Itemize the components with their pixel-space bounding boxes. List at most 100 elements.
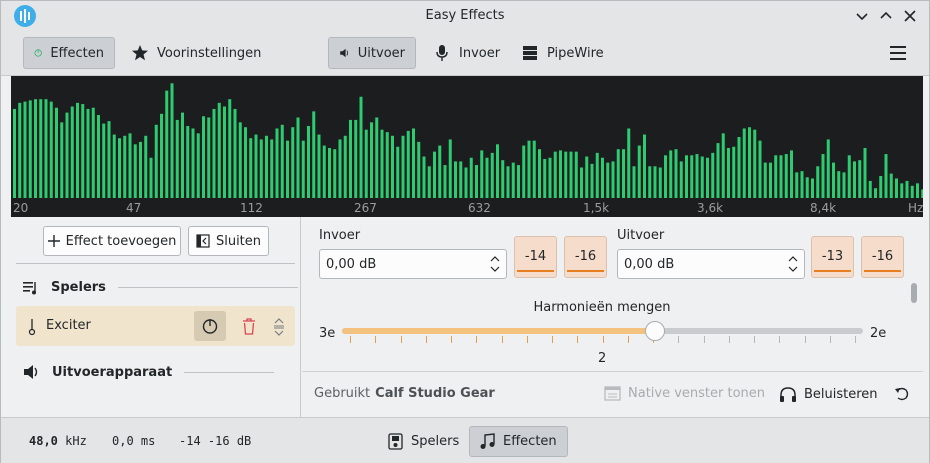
spectrum-bar — [632, 166, 636, 198]
power-icon — [34, 49, 42, 57]
slider-tick — [829, 336, 831, 343]
spectrum-bar — [133, 144, 137, 198]
slider-max-label: 2e — [870, 326, 887, 341]
close-window-button[interactable] — [901, 7, 919, 25]
spectrum-bar — [643, 134, 646, 198]
pipewire-tab-button[interactable]: PipeWire — [511, 37, 614, 69]
effect-bypass-button[interactable] — [194, 311, 226, 341]
spectrum-bar — [564, 151, 568, 198]
presets-label: Voorinstellingen — [157, 45, 262, 61]
harmonics-slider-track[interactable] — [342, 328, 863, 334]
spectrum-bar — [443, 165, 447, 198]
input-tab-button[interactable]: Invoer — [423, 37, 510, 69]
spectrum-bar — [816, 166, 820, 198]
reset-button[interactable] — [894, 386, 917, 402]
latency-unit: ms — [140, 434, 156, 448]
level-values: -14 -16 — [179, 434, 230, 448]
native-window-button[interactable]: Native venster tonen — [604, 386, 765, 401]
scrollbar-handle[interactable] — [911, 283, 917, 303]
chevron-up-icon — [880, 11, 892, 19]
spin-arrows-icon[interactable] — [788, 255, 798, 273]
spin-arrows-icon[interactable] — [490, 255, 500, 273]
spectrum-bar — [144, 135, 148, 198]
close-effects-button[interactable]: Sluiten — [188, 226, 269, 256]
hamburger-menu-button[interactable] — [889, 45, 907, 61]
presets-button[interactable]: Voorinstellingen — [121, 37, 271, 69]
drag-handle-icon[interactable] — [26, 318, 38, 336]
slider-tick — [552, 336, 553, 343]
music-note-icon — [480, 433, 495, 449]
spectrum-bar — [790, 150, 793, 198]
maximize-button[interactable] — [877, 7, 895, 25]
spectrum-analyzer: 20 47 112 267 632 1,5k 3,6k 8,4k Hz — [11, 76, 923, 217]
output-gain-spinbox[interactable]: 0,00 dB — [617, 249, 805, 279]
players-tab-label: Spelers — [411, 434, 460, 449]
spectrum-bar — [286, 140, 289, 198]
spectrum-bar — [653, 166, 657, 198]
spectrum-bar — [616, 149, 620, 198]
spectrum-bar — [154, 124, 158, 198]
meter-bar — [567, 270, 604, 272]
reorder-icon[interactable] — [273, 318, 285, 336]
spectrum-bar — [259, 139, 263, 198]
freq-label-1-5k: 1,5k — [583, 201, 610, 215]
spectrum-bar — [23, 101, 27, 198]
spectrum-bar — [805, 177, 809, 198]
spectrum-bar — [34, 99, 37, 198]
meter-bar — [517, 270, 554, 272]
output-tab-button[interactable]: Uitvoer — [328, 37, 416, 69]
spectrum-bar — [296, 117, 300, 198]
listen-button[interactable]: Beluisteren — [779, 386, 878, 403]
output-meter-right-value: -16 — [871, 249, 894, 264]
effect-item-exciter[interactable]: Exciter — [16, 306, 295, 346]
slider-tick — [602, 336, 604, 343]
delete-icon[interactable] — [241, 318, 257, 335]
native-window-label: Native venster tonen — [628, 386, 766, 401]
sidebar-collapse-icon — [196, 234, 210, 248]
spectrum-bar — [338, 139, 342, 198]
spectrum-bar — [249, 138, 253, 198]
spectrum-bar — [270, 139, 274, 198]
spectrum-bar — [853, 161, 856, 198]
effects-toggle-button[interactable]: Effecten — [23, 37, 115, 69]
spectrum-bar — [65, 112, 69, 198]
status-bar: 48,0 kHz 0,0 ms -14 -16 dB Spelers Effec… — [1, 417, 929, 463]
spectrum-bar — [60, 122, 64, 198]
input-meter-left-value: -14 — [524, 249, 547, 264]
spectrum-bar — [91, 107, 95, 198]
spectrum-bar — [175, 119, 179, 198]
spectrum-bar — [44, 99, 48, 198]
divider — [16, 263, 295, 264]
spectrum-bar — [55, 107, 58, 198]
spectrum-bar — [18, 102, 22, 198]
players-view-tab[interactable]: Spelers — [378, 426, 469, 457]
freq-label-20: 20 — [13, 201, 29, 215]
spectrum-bar — [454, 161, 457, 198]
effects-label: Effecten — [50, 45, 104, 61]
spectrum-bar — [921, 189, 923, 198]
spectrum-bar — [821, 154, 825, 198]
spectrum-bar — [254, 134, 258, 198]
spectrum-bars — [13, 83, 923, 198]
harmonics-slider-handle[interactable] — [644, 321, 665, 341]
title-bar: Easy Effects — [1, 1, 929, 31]
plugin-credit: Gebruikt Calf Studio Gear — [314, 386, 495, 401]
add-effect-button[interactable]: Effect toevoegen — [43, 226, 181, 256]
spectrum-bar — [721, 133, 725, 198]
spectrum-bar — [375, 117, 379, 198]
spectrum-bar — [128, 133, 132, 198]
effects-view-tab[interactable]: Effecten — [469, 426, 568, 457]
input-gain-spinbox[interactable]: 0,00 dB — [319, 249, 507, 279]
latency-readout: 0,0 ms — [112, 434, 155, 448]
spectrum-bar — [464, 167, 468, 198]
spectrum-bar — [611, 161, 615, 198]
slider-tick — [804, 336, 806, 343]
spectrum-bar — [595, 152, 599, 198]
spectrum-bar — [858, 160, 862, 198]
minimize-button[interactable] — [853, 7, 871, 25]
output-gain-value: 0,00 dB — [624, 257, 675, 272]
spectrum-bar — [28, 100, 32, 198]
section-divider — [117, 287, 298, 288]
spectrum-bar — [370, 122, 373, 198]
spectrum-bar — [889, 173, 893, 198]
